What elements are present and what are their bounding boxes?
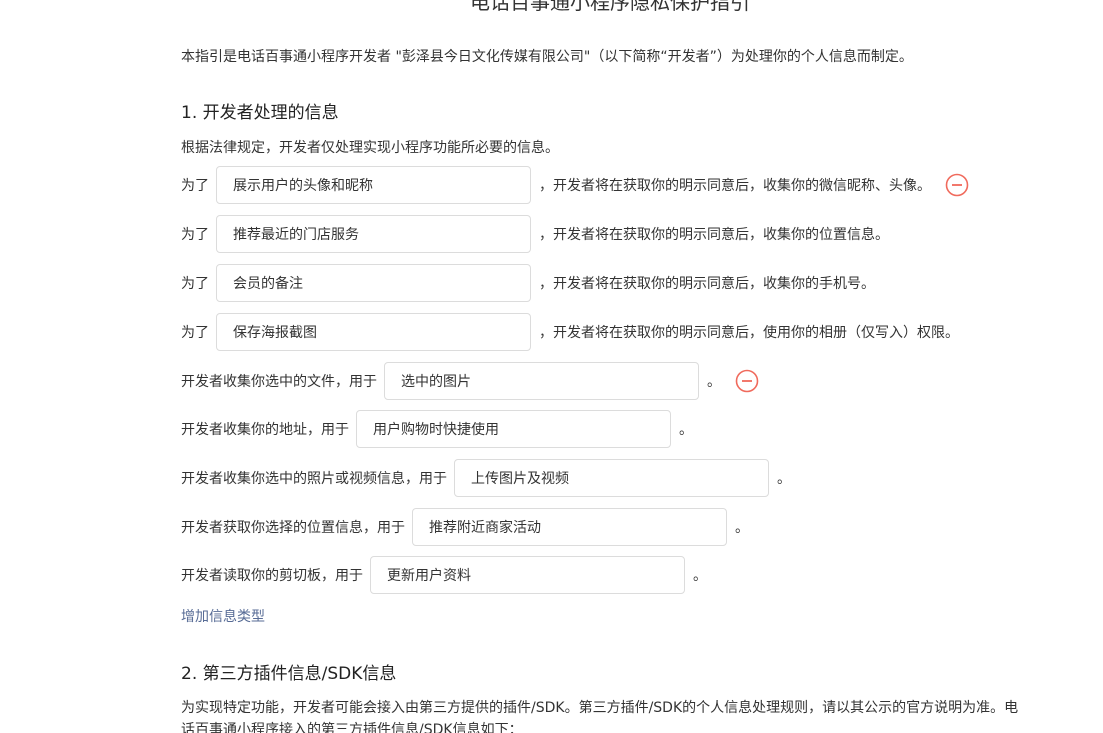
add-info-type-link[interactable]: 增加信息类型 bbox=[181, 606, 265, 626]
section1-description: 根据法律规定，开发者仅处理实现小程序功能所必要的信息。 bbox=[181, 140, 559, 156]
row-suffix: ，开发者将在获取你的明示同意后，收集你的手机号。 bbox=[539, 276, 875, 292]
row-prefix: 开发者获取你选择的位置信息，用于 bbox=[181, 520, 405, 536]
usage-input[interactable]: 上传图片及视频 bbox=[454, 459, 769, 497]
row-prefix: 为了 bbox=[181, 276, 209, 292]
page-title: 电话百事通小程序隐私保护指引 bbox=[470, 0, 750, 14]
intro-text: 本指引是电话百事通小程序开发者 "彭泽县今日文化传媒有限公司"（以下简称“开发者… bbox=[181, 49, 913, 65]
purpose-input[interactable]: 推荐最近的门店服务 bbox=[216, 215, 531, 253]
row-prefix: 开发者读取你的剪切板，用于 bbox=[181, 568, 363, 584]
section2-heading: 2. 第三方插件信息/SDK信息 bbox=[181, 664, 397, 684]
usage-row-file: 开发者收集你选中的文件，用于 选中的图片 。 bbox=[181, 362, 759, 400]
usage-row-address: 开发者收集你的地址，用于 用户购物时快捷使用 。 bbox=[181, 410, 693, 448]
row-suffix: ，开发者将在获取你的明示同意后，收集你的微信昵称、头像。 bbox=[539, 178, 931, 194]
usage-input[interactable]: 用户购物时快捷使用 bbox=[356, 410, 671, 448]
privacy-guide-page: 电话百事通小程序隐私保护指引 本指引是电话百事通小程序开发者 "彭泽县今日文化传… bbox=[0, 0, 1103, 733]
row-prefix: 为了 bbox=[181, 325, 209, 341]
purpose-row-album: 为了 保存海报截图 ，开发者将在获取你的明示同意后，使用你的相册（仅写入）权限。 bbox=[181, 313, 959, 351]
purpose-input[interactable]: 会员的备注 bbox=[216, 264, 531, 302]
usage-row-media: 开发者收集你选中的照片或视频信息，用于 上传图片及视频 。 bbox=[181, 459, 791, 497]
row-prefix: 开发者收集你的地址，用于 bbox=[181, 422, 349, 438]
purpose-input[interactable]: 展示用户的头像和昵称 bbox=[216, 166, 531, 204]
row-suffix: 。 bbox=[777, 471, 791, 487]
row-prefix: 为了 bbox=[181, 178, 209, 194]
usage-input[interactable]: 推荐附近商家活动 bbox=[412, 508, 727, 546]
purpose-row-location: 为了 推荐最近的门店服务 ，开发者将在获取你的明示同意后，收集你的位置信息。 bbox=[181, 215, 889, 253]
section1-heading: 1. 开发者处理的信息 bbox=[181, 103, 339, 123]
row-suffix: 。 bbox=[679, 422, 693, 438]
row-prefix: 开发者收集你选中的照片或视频信息，用于 bbox=[181, 471, 447, 487]
row-suffix: 。 bbox=[735, 520, 749, 536]
row-prefix: 开发者收集你选中的文件，用于 bbox=[181, 374, 377, 390]
minus-circle-icon[interactable] bbox=[735, 369, 759, 393]
row-suffix: ，开发者将在获取你的明示同意后，使用你的相册（仅写入）权限。 bbox=[539, 325, 959, 341]
purpose-input[interactable]: 保存海报截图 bbox=[216, 313, 531, 351]
row-suffix: 。 bbox=[707, 374, 721, 390]
usage-row-chosen-location: 开发者获取你选择的位置信息，用于 推荐附近商家活动 。 bbox=[181, 508, 749, 546]
minus-circle-icon[interactable] bbox=[945, 173, 969, 197]
section2-description: 为实现特定功能，开发者可能会接入由第三方提供的插件/SDK。第三方插件/SDK的… bbox=[181, 700, 1019, 733]
purpose-row-avatar: 为了 展示用户的头像和昵称 ，开发者将在获取你的明示同意后，收集你的微信昵称、头… bbox=[181, 166, 969, 204]
row-suffix: ，开发者将在获取你的明示同意后，收集你的位置信息。 bbox=[539, 227, 889, 243]
usage-row-clipboard: 开发者读取你的剪切板，用于 更新用户资料 。 bbox=[181, 556, 707, 594]
usage-input[interactable]: 选中的图片 bbox=[384, 362, 699, 400]
row-suffix: 。 bbox=[693, 568, 707, 584]
row-prefix: 为了 bbox=[181, 227, 209, 243]
usage-input[interactable]: 更新用户资料 bbox=[370, 556, 685, 594]
purpose-row-phone: 为了 会员的备注 ，开发者将在获取你的明示同意后，收集你的手机号。 bbox=[181, 264, 875, 302]
